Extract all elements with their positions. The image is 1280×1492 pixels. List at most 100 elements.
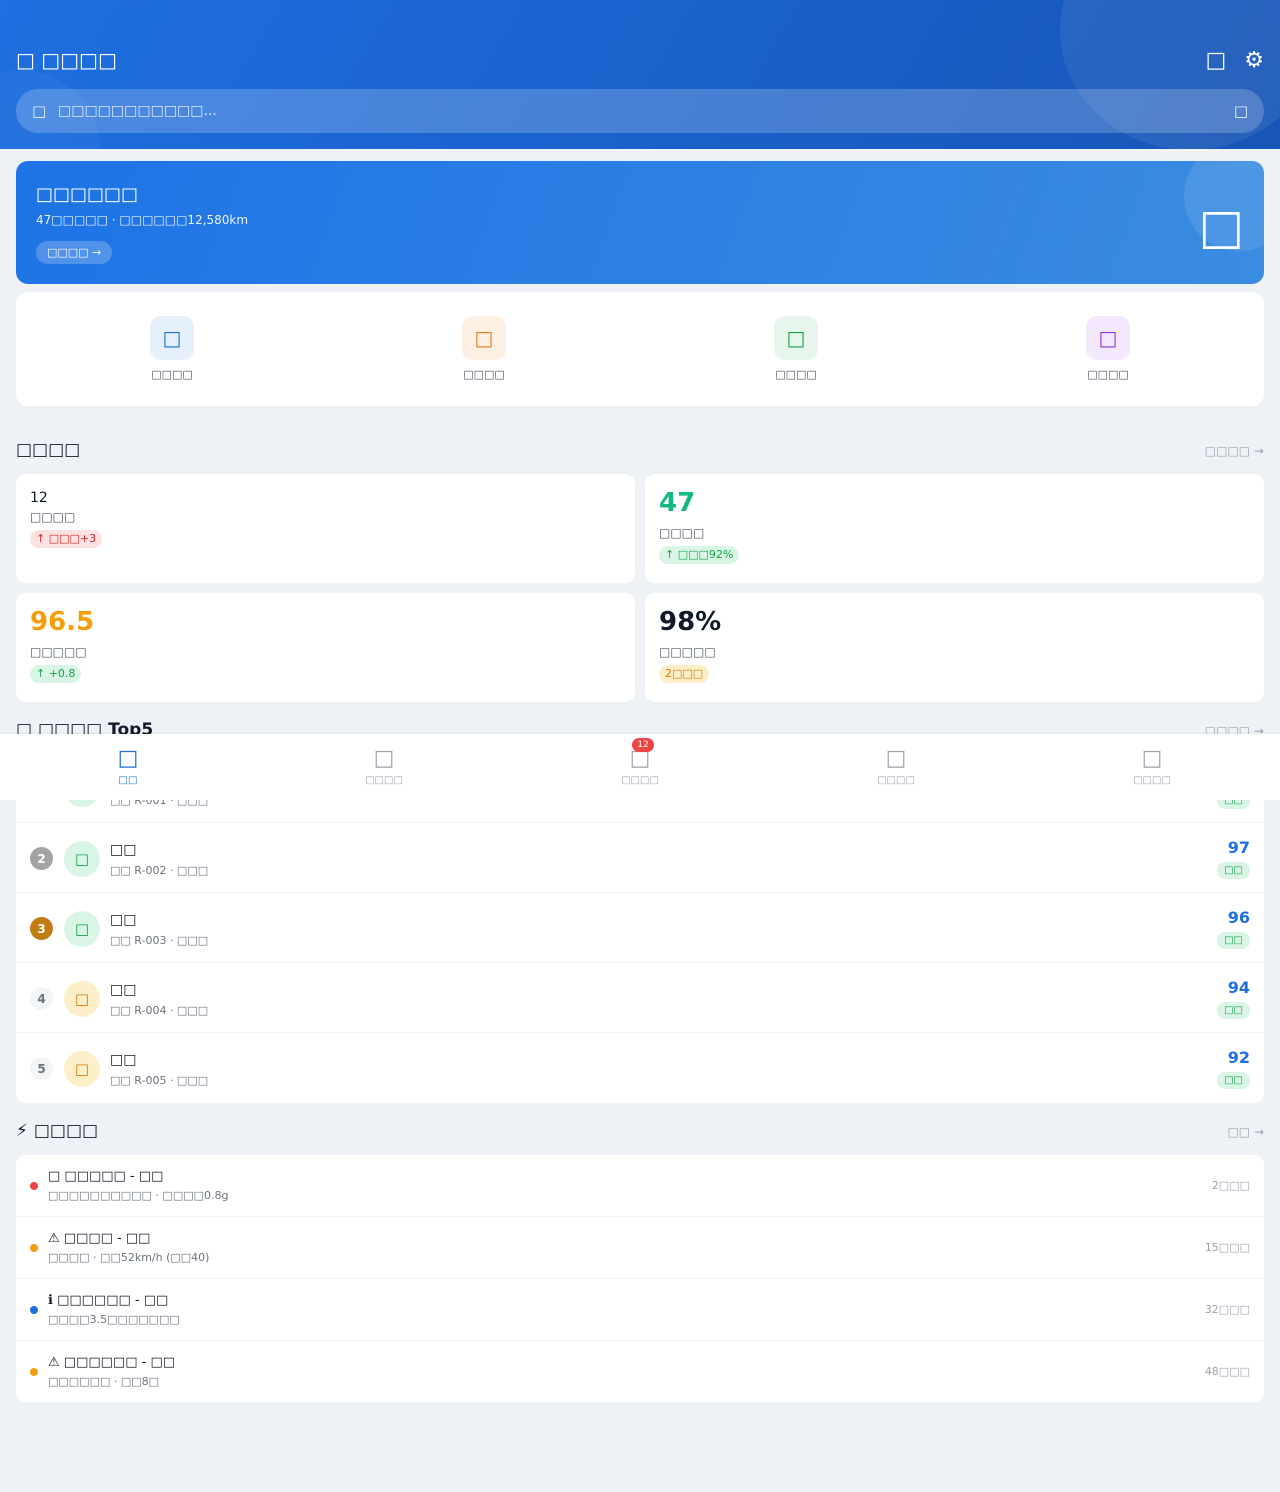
driver-meta: □□ R-003 · □□□ — [110, 934, 209, 947]
alert-desc: □□□□□□ · □□8□ — [48, 1375, 160, 1388]
list-item[interactable]: 4 □ □□ □□ R-004 · □□□ 94 □□ — [16, 963, 1264, 1033]
search-bar[interactable]: □ □□□□□□□□□□□... □ — [16, 89, 1264, 133]
alerts-more-link[interactable]: □□ → — [1227, 1125, 1264, 1139]
driver-icon: □ — [64, 1051, 100, 1087]
tab-profile[interactable]: □ □□□□ — [1024, 734, 1280, 800]
alert-time: 48□□□ — [1204, 1365, 1250, 1378]
stat-label: □□□□ — [659, 526, 705, 540]
list-item[interactable]: ⚠ □□□□□□ - □□ □□□□□□ · □□8□ 48□□□ — [16, 1341, 1264, 1402]
car-icon: □ — [373, 746, 395, 771]
home-icon: □ — [117, 746, 139, 771]
banner-title: □□□□□□ — [36, 184, 139, 205]
severity-dot — [30, 1182, 38, 1190]
stat-label: □□□□□ — [30, 645, 87, 659]
alert-time: 32□□□ — [1204, 1303, 1250, 1316]
driver-meta: □□ R-002 · □□□ — [110, 864, 209, 877]
list-item[interactable]: 5 □ □□ □□ R-005 · □□□ 92 □□ — [16, 1033, 1264, 1103]
driver-score: 96 — [1227, 908, 1250, 927]
stat-tag: ↑ □□□+3 — [30, 530, 103, 548]
overview-title: □□□□ — [16, 440, 81, 460]
tab-vehicles[interactable]: □ □□□□ — [256, 734, 512, 800]
alert-desc: □□□□3.5□□□□□□□ — [48, 1313, 180, 1326]
list-item[interactable]: 2 □ □□ □□ R-002 · □□□ 97 □□ — [16, 823, 1264, 893]
driver-score: 97 — [1227, 838, 1250, 857]
quick-action-label: □□□□ — [775, 368, 817, 381]
quick-action-label: □□□□ — [1087, 368, 1129, 381]
user-icon: □ — [1141, 746, 1163, 771]
quick-action-item[interactable]: □ □□□□ — [952, 292, 1264, 406]
status-badge: □□ — [1217, 862, 1250, 879]
quick-actions: □ □□□□ □ □□□□ □ □□□□ □ □□□□ — [16, 292, 1264, 406]
quick-action-item[interactable]: □ □□□□ — [328, 292, 640, 406]
severity-dot — [30, 1244, 38, 1252]
alert-desc: □□□□□□□□□□ · □□□□0.8g — [48, 1189, 229, 1202]
bell-icon[interactable]: □ — [1205, 48, 1226, 73]
search-icon: □ — [32, 102, 47, 120]
chart-icon: □ — [1086, 316, 1130, 360]
alert-title: ⚠ □□□□ - □□ — [48, 1231, 151, 1246]
driver-icon: □ — [64, 911, 100, 947]
banner-button[interactable]: □□□□ → — [36, 241, 113, 264]
app-header: □ □□□□ □ ⚙ □ □□□□□□□□□□□... □ — [0, 0, 1280, 149]
list-item[interactable]: □ □□□□□ - □□ □□□□□□□□□□ · □□□□0.8g 2□□□ — [16, 1155, 1264, 1217]
quick-action-label: □□□□ — [463, 368, 505, 381]
alert-desc: □□□□ · □□52km/h (□□40) — [48, 1251, 210, 1264]
driver-score: 94 — [1227, 978, 1250, 997]
driver-name: □□ — [110, 912, 137, 928]
quick-action-label: □□□□ — [151, 368, 193, 381]
tab-stats[interactable]: □ □□□□ — [768, 734, 1024, 800]
alert-title: □ □□□□□ - □□ — [48, 1169, 164, 1184]
stat-tag: ↑ +0.8 — [30, 665, 82, 683]
severity-dot — [30, 1368, 38, 1376]
tab-label: □□□□ — [1133, 775, 1171, 786]
driver-name: □□ — [110, 982, 137, 998]
driver-icon: □ — [64, 981, 100, 1017]
mic-icon[interactable]: □ — [1234, 102, 1248, 120]
search-input[interactable]: □□□□□□□□□□□... — [58, 103, 1234, 119]
stat-card[interactable]: 47 □□□□ ↑ □□□92% — [645, 474, 1264, 583]
alert-title: ⚠ □□□□□□ - □□ — [48, 1355, 176, 1370]
list-item[interactable]: ⚠ □□□□ - □□ □□□□ · □□52km/h (□□40) 15□□□ — [16, 1217, 1264, 1279]
clipboard-icon: □ — [150, 316, 194, 360]
rank-number: 3 — [30, 917, 53, 940]
quick-action-item[interactable]: □ □□□□ — [16, 292, 328, 406]
stat-card[interactable]: 12 □□□□ ↑ □□□+3 — [16, 474, 635, 583]
driver-meta: □□ R-004 · □□□ — [110, 1004, 209, 1017]
alert-icon: □ — [462, 316, 506, 360]
stat-value: 47 — [659, 488, 696, 518]
stat-card[interactable]: 96.5 □□□□□ ↑ +0.8 — [16, 593, 635, 702]
driver-name: □□ — [110, 842, 137, 858]
stat-label: □□□□ — [30, 510, 76, 524]
driver-name: □□ — [110, 1052, 137, 1068]
bottom-tab-bar: □ □□ □ □□□□ 12 □ □□□□ □ □□□□ □ □□□□ — [0, 734, 1280, 800]
tab-label: □□□□ — [365, 775, 403, 786]
notification-badge: 12 — [632, 738, 654, 752]
tab-home[interactable]: □ □□ — [0, 734, 256, 800]
list-item[interactable]: ℹ □□□□□□ - □□ □□□□3.5□□□□□□□ 32□□□ — [16, 1279, 1264, 1341]
stat-value: 98% — [659, 607, 722, 637]
severity-dot — [30, 1306, 38, 1314]
driver-icon: □ — [64, 841, 100, 877]
status-badge: □□ — [1217, 1072, 1250, 1089]
stat-tag: ↑ □□□92% — [659, 546, 740, 564]
ranking-list: 1 □ □□ □□ R-001 · □□□ 98 □□ 2 □ □□ □□ R-… — [16, 753, 1264, 1103]
rank-number: 2 — [30, 847, 53, 870]
stat-label: □□□□□ — [659, 645, 716, 659]
tab-label: □□□□ — [621, 775, 659, 786]
tab-label: □□ — [118, 775, 138, 786]
list-item[interactable]: 3 □ □□ □□ R-003 · □□□ 96 □□ — [16, 893, 1264, 963]
rank-number: 4 — [30, 987, 53, 1010]
alerts-list: □ □□□□□ - □□ □□□□□□□□□□ · □□□□0.8g 2□□□ … — [16, 1155, 1264, 1402]
rank-number: 5 — [30, 1057, 53, 1080]
alert-title: ℹ □□□□□□ - □□ — [48, 1293, 169, 1308]
alert-time: 15□□□ — [1204, 1241, 1250, 1254]
stat-tag: 2□□□ — [659, 665, 710, 683]
stat-card[interactable]: 98% □□□□□ 2□□□ — [645, 593, 1264, 702]
quick-action-item[interactable]: □ □□□□ — [640, 292, 952, 406]
overview-more-link[interactable]: □□□□ → — [1205, 444, 1264, 458]
tab-alerts[interactable]: 12 □ □□□□ — [512, 734, 768, 800]
driver-score: 92 — [1227, 1048, 1250, 1067]
gear-icon[interactable]: ⚙ — [1244, 48, 1264, 73]
banner-subtitle: 47□□□□□ · □□□□□□12,580km — [36, 213, 249, 227]
tab-label: □□□□ — [877, 775, 915, 786]
